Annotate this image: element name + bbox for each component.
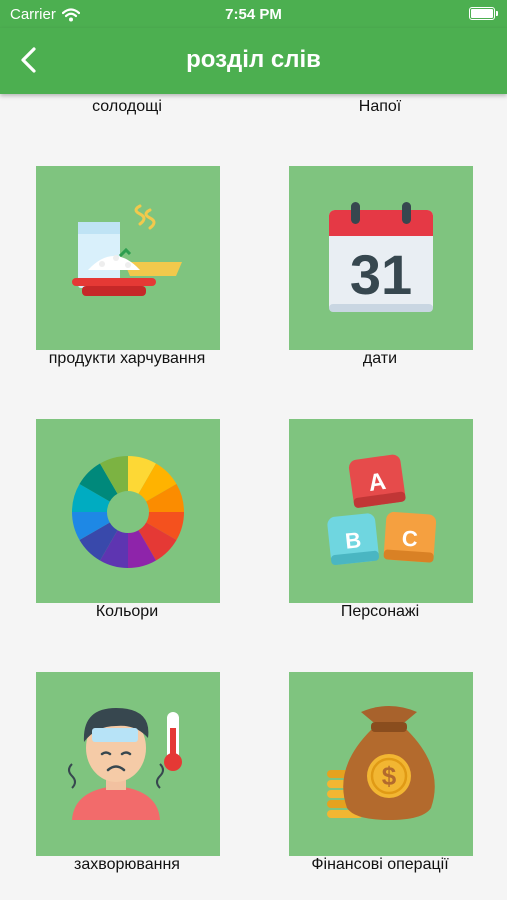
category-label: продукти харчування — [48, 350, 206, 367]
sick-person-icon — [68, 708, 182, 820]
category-tile-food[interactable] — [36, 166, 220, 350]
svg-text:C: C — [401, 526, 419, 552]
battery-icon — [469, 7, 498, 20]
food-icon — [72, 204, 182, 296]
color-wheel-icon — [72, 456, 184, 568]
category-label: Напої — [358, 98, 402, 115]
svg-text:31: 31 — [350, 243, 412, 306]
category-label: захворювання — [74, 856, 180, 873]
status-time: 7:54 PM — [225, 6, 282, 23]
page-title: розділ слів — [186, 46, 321, 73]
category-label: Фінансові операції — [311, 856, 449, 873]
category-tile-finance[interactable]: $ — [289, 672, 473, 856]
category-label: Персонажі — [340, 603, 420, 620]
app-bar: розділ слів — [0, 28, 507, 94]
category-tile-dates[interactable]: 31 — [289, 166, 473, 350]
category-label: дати — [362, 350, 398, 367]
category-tile-colors[interactable] — [36, 419, 220, 603]
category-tile-characters[interactable]: A B C — [289, 419, 473, 603]
category-label: Кольори — [95, 603, 159, 620]
category-label: солодощі — [92, 98, 162, 115]
calendar-icon: 31 — [329, 202, 433, 312]
money-bag-icon: $ — [327, 706, 435, 820]
category-tile-illness[interactable] — [36, 672, 220, 856]
svg-text:$: $ — [382, 761, 397, 791]
svg-text:B: B — [344, 527, 362, 554]
status-bar: Carrier 7:54 PM — [0, 0, 507, 28]
abc-blocks-icon: A B C — [327, 454, 437, 565]
category-grid: солодощі Напої продукти харчування 31 да… — [0, 94, 507, 900]
